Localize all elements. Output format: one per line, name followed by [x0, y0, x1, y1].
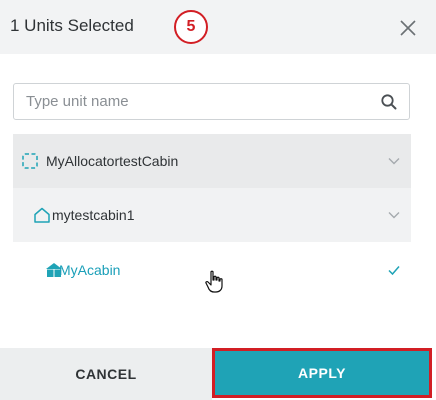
search-box: [13, 83, 410, 120]
house-outline-icon: [34, 207, 50, 223]
check-icon: [388, 266, 400, 276]
dialog-title: 1 Units Selected: [10, 16, 134, 35]
apply-button[interactable]: APPLY: [212, 348, 432, 398]
dashed-square-icon: [22, 153, 38, 169]
close-button[interactable]: [394, 14, 422, 42]
close-icon: [400, 20, 416, 36]
dialog-header: 1 Units Selected 5: [0, 0, 436, 54]
search-input[interactable]: [14, 84, 374, 119]
chevron-down-icon[interactable]: [387, 209, 401, 221]
step-number-badge: 5: [174, 10, 208, 44]
dialog-footer: CANCEL APPLY: [0, 348, 436, 400]
search-icon[interactable]: [379, 92, 399, 112]
tree-item-mytestcabin1[interactable]: mytestcabin1: [13, 188, 411, 243]
tree-item-label: MyAcabin: [59, 262, 121, 278]
tree-item-label: mytestcabin1: [52, 207, 135, 223]
chevron-down-icon[interactable]: [387, 155, 401, 167]
tree-item-myallocatortestcabin[interactable]: MyAllocatortestCabin: [13, 134, 411, 189]
cancel-button[interactable]: CANCEL: [0, 348, 212, 400]
tree-item-label: MyAllocatortestCabin: [46, 153, 179, 169]
hand-cursor-icon: [205, 270, 223, 293]
